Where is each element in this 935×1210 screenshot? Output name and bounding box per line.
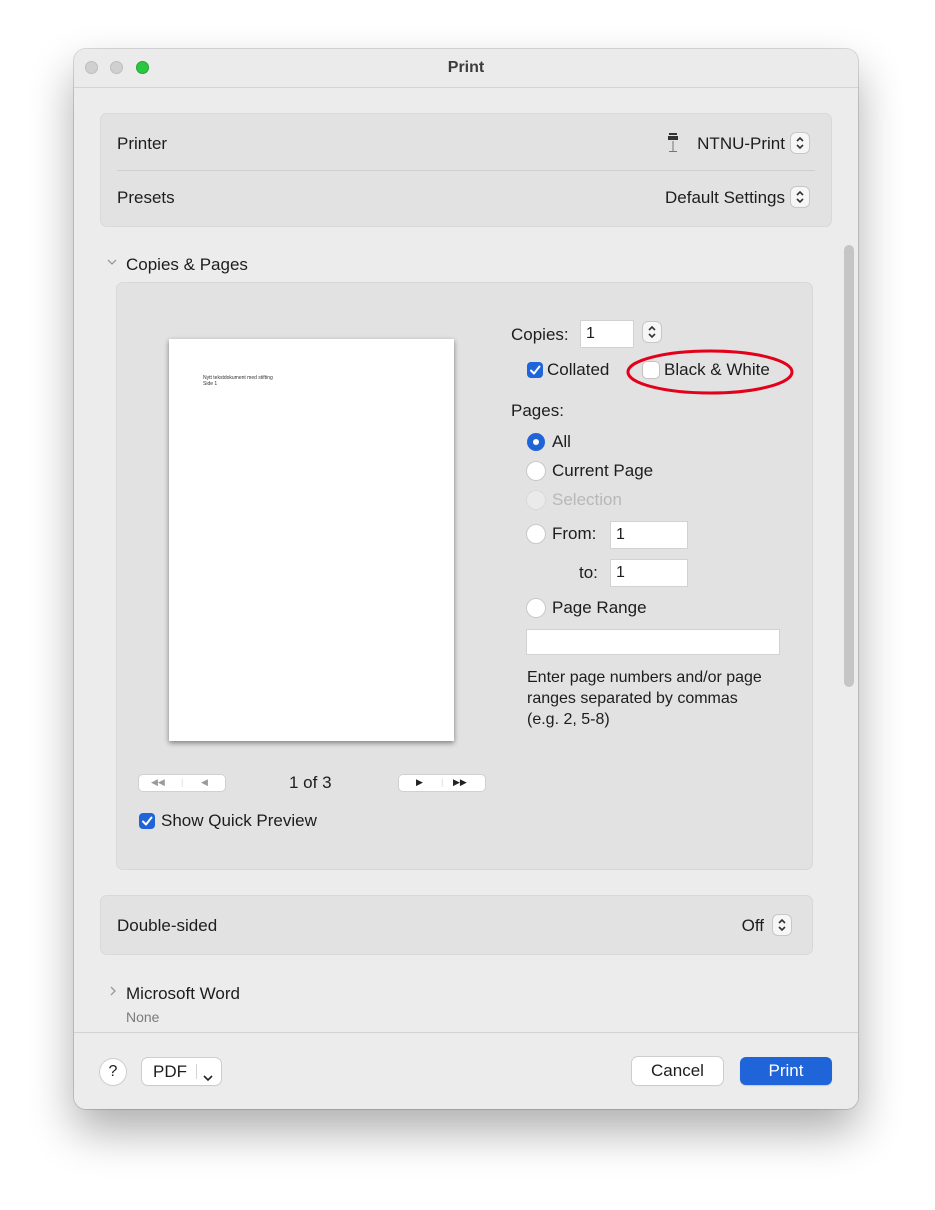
from-field[interactable]: 1 xyxy=(611,522,687,548)
previous-page-icon[interactable]: ◀ xyxy=(201,777,208,788)
collated-checkbox[interactable] xyxy=(527,362,543,378)
chevron-down-icon[interactable] xyxy=(203,1067,213,1087)
double-sided-stepper-icon[interactable] xyxy=(773,915,791,935)
chevron-down-icon[interactable] xyxy=(107,257,117,269)
last-page-icon[interactable]: ▶▶ xyxy=(453,777,467,788)
copies-pages-panel: Nytt tekstdokument med stifting Side 1 ◀… xyxy=(116,282,813,870)
pdf-label: PDF xyxy=(153,1062,187,1081)
next-page-icon[interactable]: ▶ xyxy=(416,777,423,788)
copies-label: Copies: xyxy=(511,325,569,344)
from-label: From: xyxy=(552,524,597,543)
preview-text-line2: Side 1 xyxy=(203,381,218,387)
printer-label: Printer xyxy=(117,134,168,153)
printer-presets-box: Printer NTNU-Print Presets Default Setti… xyxy=(100,113,832,227)
double-sided-select[interactable]: Off xyxy=(742,916,764,936)
pages-all-label[interactable]: All xyxy=(552,432,571,452)
pages-from-radio[interactable] xyxy=(527,525,545,543)
to-label: to: xyxy=(579,563,598,582)
page-range-radio[interactable] xyxy=(527,599,545,617)
copies-pages-title[interactable]: Copies & Pages xyxy=(126,255,248,275)
title-bar: Print xyxy=(74,49,858,88)
page-range-hint: Enter page numbers and/or page ranges se… xyxy=(527,669,762,728)
print-button[interactable]: Print xyxy=(740,1057,832,1085)
microsoft-word-title[interactable]: Microsoft Word xyxy=(126,984,240,1004)
presets-stepper-icon[interactable] xyxy=(791,187,809,207)
collated-label[interactable]: Collated xyxy=(547,360,609,380)
pages-selection-label: Selection xyxy=(552,490,622,509)
preview-forward-buttons[interactable]: ▶ | ▶▶ xyxy=(399,775,485,791)
show-quick-preview-label[interactable]: Show Quick Preview xyxy=(161,811,317,831)
nav-separator: | xyxy=(181,777,184,787)
print-preview-page: Nytt tekstdokument med stifting Side 1 xyxy=(169,339,454,741)
window-title: Print xyxy=(447,59,485,76)
to-field[interactable]: 1 xyxy=(611,560,687,586)
pdf-separator xyxy=(196,1064,197,1079)
print-dialog: Print Printer NTNU-Print Presets Default… xyxy=(74,49,858,1109)
double-sided-box: Double-sided Off xyxy=(100,895,813,955)
copies-stepper-icon[interactable] xyxy=(643,322,661,342)
scrollbar[interactable] xyxy=(844,245,854,687)
nav-separator: | xyxy=(441,777,444,787)
pages-selection-radio xyxy=(527,491,545,509)
pages-label: Pages: xyxy=(511,401,564,420)
pages-all-radio[interactable] xyxy=(527,433,545,451)
page-range-label[interactable]: Page Range xyxy=(552,598,647,618)
printer-presets-divider xyxy=(117,170,815,171)
presets-select[interactable]: Default Settings xyxy=(665,188,785,208)
pages-current-label[interactable]: Current Page xyxy=(552,461,653,481)
page-indicator: 1 of 3 xyxy=(289,773,332,792)
help-button[interactable]: ? xyxy=(100,1059,126,1085)
cancel-button[interactable]: Cancel xyxy=(632,1057,723,1085)
pages-current-radio[interactable] xyxy=(527,462,545,480)
copies-field[interactable]: 1 xyxy=(581,321,633,347)
show-quick-preview-checkbox[interactable] xyxy=(139,813,155,829)
presets-label: Presets xyxy=(117,188,175,207)
microsoft-word-subtitle: None xyxy=(126,1009,160,1025)
printer-select[interactable]: NTNU-Print xyxy=(697,134,785,154)
highlight-ellipse xyxy=(626,349,794,395)
printer-icon xyxy=(666,132,680,161)
page-range-field[interactable] xyxy=(527,630,779,654)
first-page-icon[interactable]: ◀◀ xyxy=(151,777,165,788)
double-sided-label: Double-sided xyxy=(117,916,218,935)
chevron-right-icon[interactable] xyxy=(109,986,117,999)
dialog-footer: ? PDF Cancel Print xyxy=(74,1032,858,1109)
pdf-button[interactable]: PDF xyxy=(142,1058,221,1085)
preview-back-buttons[interactable]: ◀◀ | ◀ xyxy=(139,775,225,791)
printer-stepper-icon[interactable] xyxy=(791,133,809,153)
